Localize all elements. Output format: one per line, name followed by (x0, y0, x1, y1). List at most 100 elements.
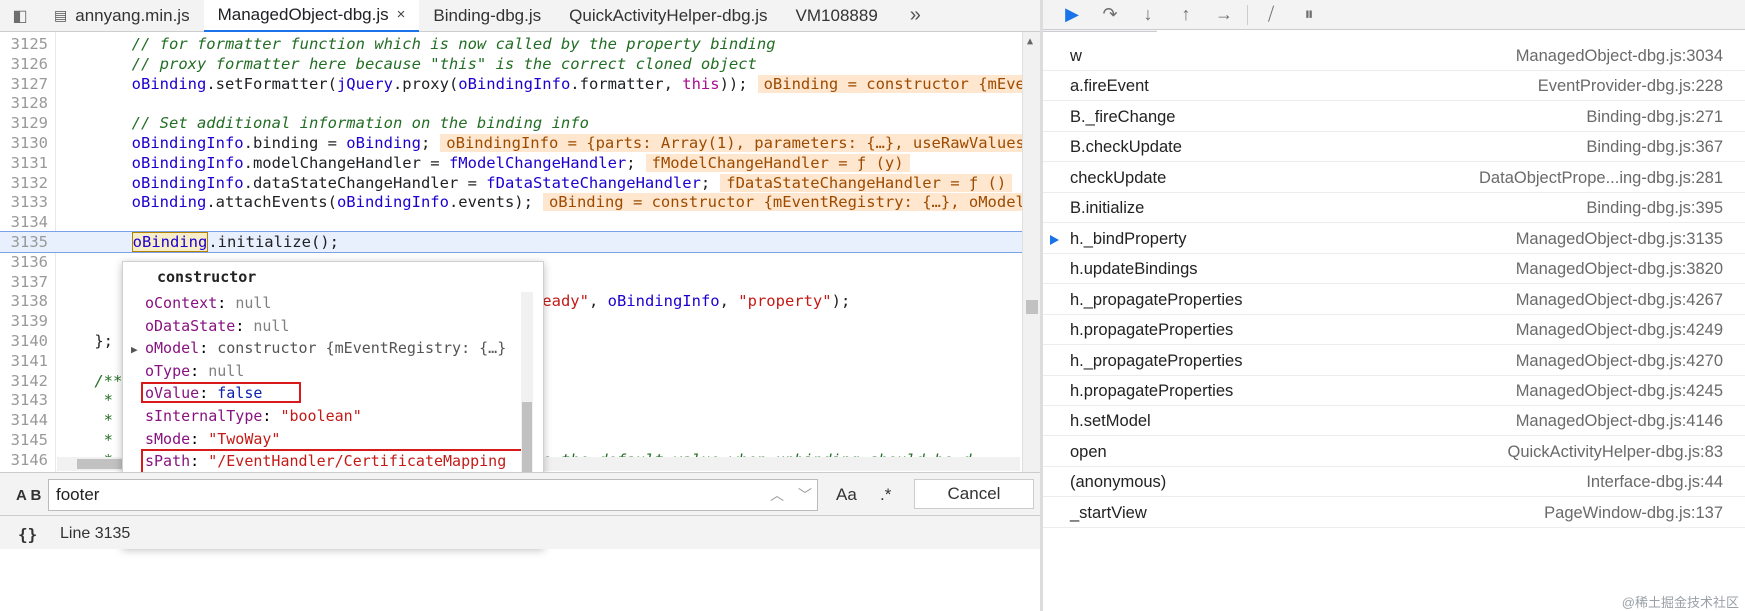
line-number[interactable]: 3127 (0, 74, 52, 94)
code-line[interactable]: 3135 oBinding.initialize(); (0, 231, 1023, 253)
code-line[interactable]: 3129 // Set additional information on th… (0, 113, 1022, 133)
popover-title: constructor (157, 268, 257, 286)
code-line[interactable]: 3132 oBindingInfo.dataStateChangeHandler… (0, 173, 1022, 193)
deactivate-breakpoints-icon[interactable]: ⧸ (1252, 1, 1290, 29)
line-number[interactable]: 3142 (0, 371, 52, 391)
frame-location[interactable]: Binding-dbg.js:395 (1586, 193, 1723, 223)
call-frame[interactable]: _startView PageWindow-dbg.js:137 (1043, 498, 1745, 528)
frame-location[interactable]: ManagedObject-dbg.js:4270 (1516, 346, 1723, 376)
match-case-button[interactable]: Aa (836, 485, 857, 505)
tab-binding[interactable]: Binding-dbg.js (419, 0, 555, 32)
code-line[interactable]: 3125 // for formatter function which is … (0, 34, 1022, 54)
line-number[interactable]: 3140 (0, 331, 52, 351)
frame-location[interactable]: ManagedObject-dbg.js:3820 (1516, 254, 1723, 284)
line-number[interactable]: 3134 (0, 212, 52, 232)
step-into-icon[interactable]: ↓ (1129, 1, 1167, 29)
frame-location[interactable]: QuickActivityHelper-dbg.js:83 (1508, 437, 1724, 467)
code-line[interactable]: 3131 oBindingInfo.modelChangeHandler = f… (0, 153, 1022, 173)
line-number[interactable]: 3137 (0, 272, 52, 292)
frame-location[interactable]: PageWindow-dbg.js:137 (1544, 498, 1723, 528)
call-frame[interactable]: w ManagedObject-dbg.js:3034 (1043, 41, 1745, 71)
frame-function-name: h.setModel (1070, 412, 1151, 431)
frame-location[interactable]: ManagedObject-dbg.js:4267 (1516, 285, 1723, 315)
frame-location[interactable]: ManagedObject-dbg.js:4249 (1516, 315, 1723, 345)
line-number[interactable]: 3132 (0, 173, 52, 193)
line-number[interactable]: 3141 (0, 351, 52, 371)
call-frame[interactable]: a.fireEvent EventProvider-dbg.js:228 (1043, 71, 1745, 102)
code-line[interactable]: 3134 (0, 212, 1022, 232)
frame-location[interactable]: ManagedObject-dbg.js:4146 (1516, 406, 1723, 436)
tab-vm108889[interactable]: VM108889 (782, 0, 892, 32)
line-number[interactable]: 3138 (0, 291, 52, 311)
step-out-icon[interactable]: ↑ (1167, 1, 1205, 29)
scroll-thumb[interactable] (1026, 300, 1038, 314)
toggle-navigator-icon[interactable]: ◧ (0, 0, 40, 32)
call-frame[interactable]: h._bindProperty ManagedObject-dbg.js:3135 (1043, 224, 1745, 254)
frame-location[interactable]: Interface-dbg.js:44 (1586, 467, 1723, 497)
line-number[interactable]: 3133 (0, 192, 52, 212)
line-code: oBindingInfo.dataStateChangeHandler = fD… (57, 173, 1013, 193)
line-number[interactable]: 3145 (0, 430, 52, 450)
line-code: // proxy formatter here because "this" i… (131, 54, 757, 73)
line-number[interactable]: 3136 (0, 252, 52, 272)
replace-toggle-icon[interactable]: A B (16, 487, 41, 504)
line-number[interactable]: 3130 (0, 133, 52, 153)
code-line[interactable]: 3130 oBindingInfo.binding = oBinding; oBi… (0, 133, 1040, 153)
frame-location[interactable]: Binding-dbg.js:367 (1586, 132, 1723, 162)
frame-location[interactable]: ManagedObject-dbg.js:4245 (1516, 376, 1723, 406)
call-frame[interactable]: h._propagateProperties ManagedObject-dbg.… (1043, 346, 1745, 376)
search-input[interactable] (48, 479, 818, 511)
regex-button[interactable]: .* (880, 485, 891, 505)
line-number[interactable]: 3139 (0, 311, 52, 331)
call-frame[interactable]: (anonymous) Interface-dbg.js:44 (1043, 467, 1745, 498)
step-icon[interactable]: → (1205, 1, 1243, 29)
property-row[interactable]: ▶ oModel: constructor {mEventRegistry: {…… (131, 337, 506, 359)
line-number[interactable]: 3135 (0, 232, 52, 252)
line-number[interactable]: 3131 (0, 153, 52, 173)
call-frame[interactable]: h.updateBindings ManagedObject-dbg.js:382… (1043, 254, 1745, 285)
frame-location[interactable]: DataObjectPrope...ing-dbg.js:281 (1479, 163, 1723, 193)
line-number[interactable]: 3129 (0, 113, 52, 133)
frame-location[interactable]: Binding-dbg.js:271 (1586, 102, 1723, 132)
expand-triangle-icon[interactable]: ▶ (131, 339, 145, 361)
scroll-thumb[interactable] (522, 402, 532, 482)
call-frame[interactable]: h.propagateProperties ManagedObject-dbg.j… (1043, 376, 1745, 406)
search-next-icon[interactable]: ﹀ (792, 481, 818, 509)
call-frame[interactable]: h.setModel ManagedObject-dbg.js:4146 (1043, 406, 1745, 437)
code-line[interactable]: 3126 // proxy formatter here because "th… (0, 54, 1022, 74)
tab-managedobject[interactable]: ManagedObject-dbg.js × (203, 0, 420, 32)
call-frame[interactable]: h.propagateProperties ManagedObject-dbg.j… (1043, 315, 1745, 346)
line-number[interactable]: 3128 (0, 93, 52, 113)
close-tab-icon[interactable]: × (397, 6, 406, 23)
step-over-icon[interactable]: ↷ (1091, 1, 1129, 29)
line-number[interactable]: 3143 (0, 390, 52, 410)
frame-location[interactable]: EventProvider-dbg.js:228 (1538, 71, 1723, 101)
call-frame[interactable]: B.checkUpdate Binding-dbg.js:367 (1043, 132, 1745, 163)
call-frame[interactable]: open QuickActivityHelper-dbg.js:83 (1043, 437, 1745, 467)
line-number[interactable]: 3126 (0, 54, 52, 74)
code-line[interactable]: 3128 (0, 93, 1022, 113)
editor-vertical-scrollbar[interactable]: ▲ (1022, 32, 1040, 472)
line-number[interactable]: 3146 (0, 450, 52, 470)
property-separator: : (190, 429, 209, 448)
pretty-print-button[interactable]: {} (18, 525, 37, 544)
resume-icon[interactable]: ▶︎ (1053, 1, 1091, 29)
call-frame[interactable]: h._propagateProperties ManagedObject-dbg.… (1043, 285, 1745, 315)
tab-quickactivityhelper[interactable]: QuickActivityHelper-dbg.js (555, 0, 781, 32)
line-number[interactable]: 3125 (0, 34, 52, 54)
line-number[interactable]: 3144 (0, 410, 52, 430)
more-tabs-icon[interactable]: » (910, 4, 921, 27)
call-frame[interactable]: checkUpdate DataObjectPrope...ing-dbg.js:… (1043, 163, 1745, 193)
call-frame[interactable]: B._fireChange Binding-dbg.js:271 (1043, 102, 1745, 132)
code-line[interactable]: 3127 oBinding.setFormatter(jQuery.proxy(… (0, 74, 1040, 94)
cancel-button[interactable]: Cancel (914, 479, 1034, 509)
call-frame[interactable]: B.initialize Binding-dbg.js:395 (1043, 193, 1745, 224)
property-row: oDataState: null (131, 315, 290, 337)
pause-on-exceptions-icon[interactable]: ⏸ (1290, 1, 1328, 29)
scroll-up-icon[interactable]: ▲ (1027, 36, 1033, 47)
tab-annyang[interactable]: ▤ annyang.min.js (40, 0, 204, 32)
search-prev-icon[interactable]: ︿ (764, 481, 790, 509)
code-line[interactable]: 3133 oBinding.attachEvents(oBindingInfo.… (0, 192, 1040, 212)
frame-location[interactable]: ManagedObject-dbg.js:3135 (1516, 224, 1723, 254)
frame-location[interactable]: ManagedObject-dbg.js:3034 (1516, 41, 1723, 71)
